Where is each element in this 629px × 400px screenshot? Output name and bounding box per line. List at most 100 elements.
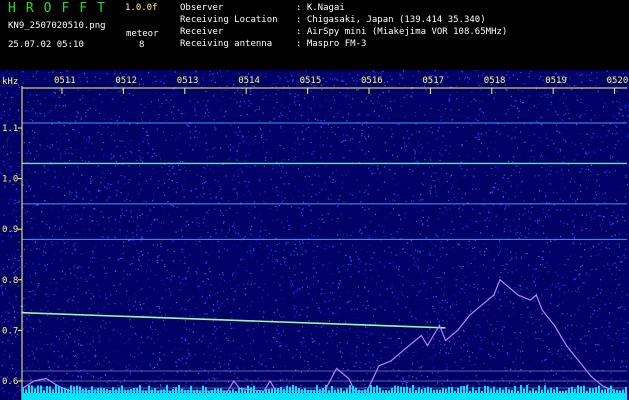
noise-dot	[285, 264, 287, 266]
noise-dot	[389, 212, 392, 214]
noise-dot	[514, 72, 516, 74]
noise-dot	[433, 338, 435, 340]
noise-dot	[350, 378, 352, 380]
noise-dot	[26, 115, 28, 117]
noise-dot	[618, 269, 621, 272]
noise-dot	[253, 250, 255, 252]
noise-dot	[51, 343, 53, 345]
noise-dot	[6, 141, 8, 143]
noise-dot	[607, 298, 609, 301]
noise-dot	[588, 169, 590, 171]
noise-dot	[119, 258, 121, 260]
noise-dot	[228, 367, 230, 369]
noise-dot	[27, 186, 29, 188]
noise-dot	[466, 261, 468, 263]
noise-dot	[366, 372, 368, 374]
noise-dot	[64, 116, 66, 118]
noise-dot	[231, 287, 233, 289]
noise-dot	[373, 158, 375, 160]
noise-dot	[221, 90, 223, 92]
noise-dot	[476, 230, 478, 233]
noise-dot	[83, 361, 85, 363]
noise-dot	[160, 331, 162, 333]
noise-dot	[533, 281, 536, 283]
noise-dot	[562, 102, 564, 104]
noise-dot	[255, 135, 257, 137]
noise-dot	[130, 371, 132, 373]
noise-dot	[526, 100, 528, 102]
noise-dot	[556, 353, 558, 355]
noise-dot	[283, 386, 285, 388]
noise-dot	[480, 339, 482, 342]
noise-dot	[300, 343, 303, 345]
noise-dot	[477, 299, 480, 301]
noise-dot	[119, 333, 121, 335]
noise-dot	[91, 303, 93, 305]
noise-dot	[468, 244, 470, 246]
noise-dot	[484, 172, 486, 174]
noise-dot	[603, 106, 605, 108]
noise-dot	[367, 300, 369, 302]
noise-dot	[80, 266, 82, 269]
noise-dot	[338, 231, 340, 233]
noise-dot	[197, 277, 199, 280]
noise-dot	[137, 354, 139, 356]
noise-dot	[419, 233, 421, 235]
noise-dot	[470, 192, 472, 194]
noise-dot	[82, 293, 84, 295]
noise-dot	[250, 250, 252, 253]
noise-dot	[365, 189, 367, 191]
noise-dot	[29, 188, 32, 190]
noise-dot	[398, 83, 400, 85]
noise-dot	[74, 223, 76, 225]
noise-dot	[50, 110, 52, 112]
noise-dot	[181, 236, 184, 238]
noise-dot	[602, 276, 604, 278]
noise-dot	[463, 204, 465, 206]
noise-dot	[229, 149, 231, 151]
noise-dot	[237, 193, 239, 196]
noise-dot	[289, 110, 291, 112]
noise-dot	[37, 100, 39, 102]
noise-dot	[483, 254, 485, 256]
noise-dot	[378, 126, 380, 129]
noise-dot	[200, 104, 202, 107]
noise-dot	[84, 229, 86, 231]
noise-dot	[472, 249, 475, 251]
noise-dot	[240, 202, 242, 204]
noise-dot	[103, 244, 106, 246]
noise-dot	[457, 340, 459, 342]
noise-dot	[577, 288, 579, 290]
noise-dot	[242, 269, 244, 271]
noise-dot	[80, 344, 82, 346]
noise-dot	[377, 269, 379, 271]
noise-dot	[522, 362, 524, 364]
noise-dot	[592, 80, 594, 82]
noise-dot	[540, 263, 542, 266]
noise-dot	[262, 316, 264, 318]
noise-dot	[16, 191, 18, 193]
noise-dot	[84, 332, 86, 334]
noise-dot	[349, 216, 351, 219]
noise-dot	[365, 130, 367, 132]
noise-dot	[26, 318, 28, 320]
noise-dot	[571, 88, 573, 91]
noise-dot	[588, 274, 590, 276]
noise-dot	[51, 123, 53, 125]
noise-dot	[6, 144, 9, 146]
noise-dot	[301, 117, 303, 119]
noise-dot	[38, 341, 40, 344]
noise-dot	[331, 156, 333, 158]
noise-dot	[115, 161, 117, 163]
noise-dot	[113, 132, 115, 134]
noise-dot	[189, 298, 191, 300]
noise-dot	[102, 156, 105, 158]
noise-dot	[65, 252, 67, 254]
noise-dot	[479, 266, 481, 268]
noise-dot	[2, 293, 4, 295]
noise-dot	[386, 288, 388, 290]
noise-dot	[586, 104, 588, 106]
noise-dot	[78, 339, 80, 341]
noise-dot	[570, 254, 572, 257]
noise-dot	[197, 268, 199, 270]
